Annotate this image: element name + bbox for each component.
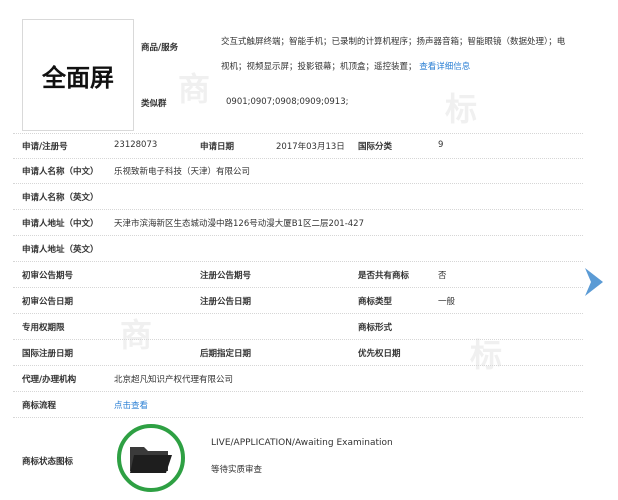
trademark-image: 全面屏 — [22, 19, 134, 131]
row-divider — [13, 417, 583, 418]
app-date-label: 申请日期 — [200, 142, 235, 152]
status-icon-label: 商标状态图标 — [22, 457, 74, 467]
chevron-right-icon[interactable] — [583, 266, 605, 298]
reg-pub-date-label: 注册公告日期 — [200, 297, 252, 307]
watermark: 标 — [470, 336, 503, 374]
folder-icon — [130, 447, 172, 473]
prelim-pub-date-label: 初审公告日期 — [22, 297, 74, 307]
agent-label: 代理/办理机构 — [22, 375, 77, 385]
prelim-pub-no-label: 初审公告期号 — [22, 271, 74, 281]
address-en-label: 申请人地址（英文） — [22, 245, 99, 255]
reg-pub-no-label: 注册公告期号 — [200, 271, 252, 281]
applicant-cn-value: 乐视致新电子科技（天津）有限公司 — [114, 167, 251, 177]
app-date-value: 2017年03月13日 — [276, 142, 345, 152]
trademark-image-text: 全面屏 — [42, 63, 114, 92]
reg-no-label: 申请/注册号 — [22, 142, 68, 152]
intl-class-label: 国际分类 — [358, 142, 393, 152]
row-divider — [13, 183, 583, 184]
row-divider — [13, 287, 583, 288]
watermark: 商 — [178, 70, 211, 108]
goods-detail-link[interactable]: 查看详细信息 — [419, 62, 470, 72]
applicant-en-label: 申请人名称（英文） — [22, 193, 99, 203]
row-divider — [13, 261, 583, 262]
shared-mark-value: 否 — [438, 271, 447, 281]
status-text-en: LIVE/APPLICATION/Awaiting Examination — [211, 438, 393, 448]
process-label: 商标流程 — [22, 401, 57, 411]
similar-group-value: 0901;0907;0908;0909;0913; — [226, 97, 349, 107]
row-divider — [13, 339, 583, 340]
goods-services: 交互式触屏终端；智能手机；已录制的计算机程序；扬声器音箱；智能眼镜（数据处理）；… — [221, 30, 571, 80]
row-divider — [13, 209, 583, 210]
watermark: 商 — [120, 316, 153, 354]
goods-label: 商品/服务 — [141, 43, 179, 53]
row-divider — [13, 391, 583, 392]
mark-form-label: 商标形式 — [358, 323, 393, 333]
row-divider — [13, 158, 583, 159]
address-cn-value: 天津市滨海新区生态城动漫中路126号动漫大厦B1区二层201-427 — [114, 219, 364, 229]
reg-no-value: 23128073 — [114, 140, 158, 150]
watermark: 标 — [445, 90, 478, 128]
status-text-cn: 等待实质审查 — [211, 465, 263, 475]
priority-date-label: 优先权日期 — [358, 349, 401, 359]
address-cn-label: 申请人地址（中文） — [22, 219, 99, 229]
mark-type-value: 一般 — [438, 297, 456, 307]
status-badge — [117, 424, 185, 492]
shared-mark-label: 是否共有商标 — [358, 271, 410, 281]
intl-class-value: 9 — [438, 140, 444, 150]
exclusive-period-label: 专用权期限 — [22, 323, 65, 333]
row-divider — [13, 235, 583, 236]
row-divider — [13, 313, 583, 314]
applicant-cn-label: 申请人名称（中文） — [22, 167, 99, 177]
intl-reg-date-label: 国际注册日期 — [22, 349, 74, 359]
process-view-link[interactable]: 点击查看 — [114, 399, 148, 411]
row-divider — [13, 133, 583, 134]
agent-value: 北京超凡知识产权代理有限公司 — [114, 375, 234, 385]
row-divider — [13, 365, 583, 366]
goods-text: 交互式触屏终端；智能手机；已录制的计算机程序；扬声器音箱；智能眼镜（数据处理）；… — [221, 37, 566, 72]
similar-group-label: 类似群 — [141, 99, 167, 109]
mark-type-label: 商标类型 — [358, 297, 393, 307]
later-designation-date-label: 后期指定日期 — [200, 349, 252, 359]
